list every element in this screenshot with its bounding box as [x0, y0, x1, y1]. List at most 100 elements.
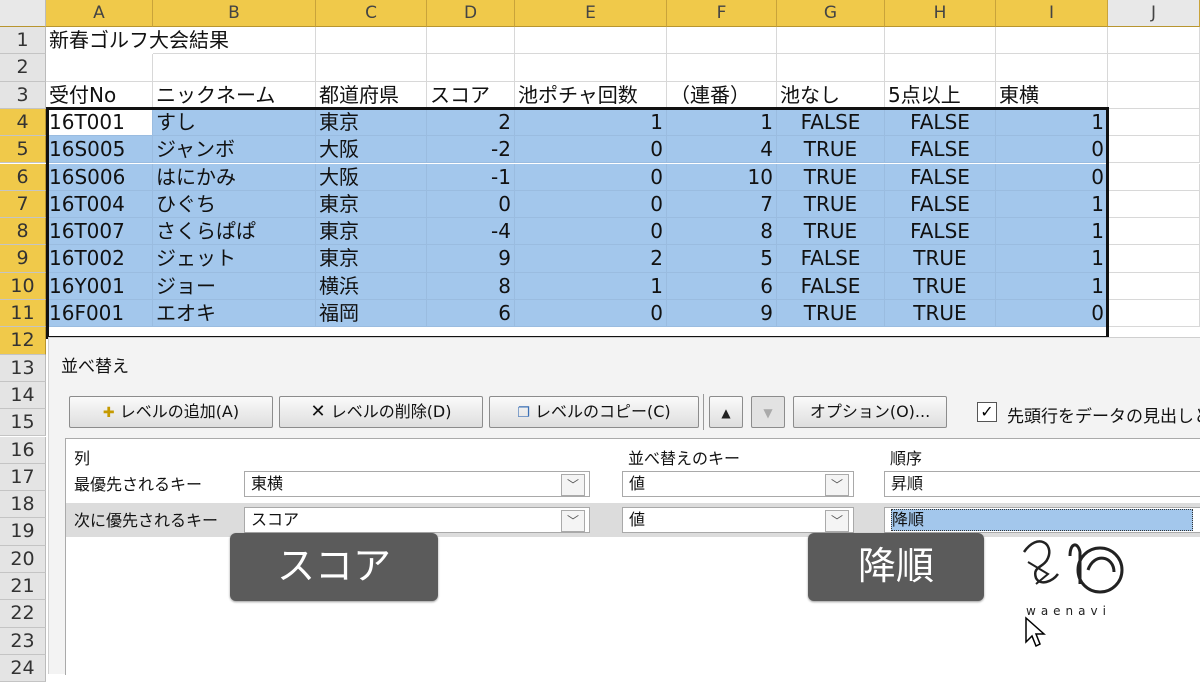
data-cell[interactable]: 5: [667, 245, 777, 273]
row-header-13[interactable]: 13: [0, 354, 46, 382]
row-header-16[interactable]: 16: [0, 436, 46, 464]
data-cell[interactable]: 9: [667, 300, 777, 328]
grid-cell[interactable]: [1108, 108, 1200, 137]
column-header-B[interactable]: B: [153, 0, 316, 27]
data-cell[interactable]: 6: [427, 300, 515, 328]
grid-cell[interactable]: [316, 27, 427, 55]
data-cell[interactable]: 0: [996, 163, 1108, 191]
move-down-button[interactable]: ▼: [751, 396, 785, 428]
header-cell[interactable]: 受付No: [46, 81, 153, 109]
grid-cell[interactable]: [777, 27, 885, 55]
data-cell[interactable]: -1: [427, 163, 515, 191]
data-cell[interactable]: 0: [515, 300, 667, 328]
data-cell[interactable]: FALSE: [777, 108, 885, 137]
data-cell[interactable]: FALSE: [885, 218, 996, 246]
data-cell[interactable]: 8: [427, 272, 515, 300]
grid-cell[interactable]: [667, 54, 777, 82]
row-header-3[interactable]: 3: [0, 81, 46, 109]
data-cell[interactable]: FALSE: [885, 136, 996, 164]
select-all-corner[interactable]: [0, 0, 46, 27]
grid-cell[interactable]: [1108, 163, 1200, 191]
data-cell[interactable]: 1: [515, 272, 667, 300]
data-cell[interactable]: 16Y001: [46, 272, 153, 300]
level-2-column-select[interactable]: スコア ﹀: [244, 507, 590, 533]
header-cell[interactable]: スコア: [427, 81, 515, 109]
grid-cell[interactable]: [885, 27, 996, 55]
grid-cell[interactable]: [427, 54, 515, 82]
data-cell[interactable]: 16T002: [46, 245, 153, 273]
header-cell[interactable]: ニックネーム: [153, 81, 316, 109]
data-cell[interactable]: FALSE: [885, 108, 996, 137]
grid-cell[interactable]: [1108, 245, 1200, 273]
grid-cell[interactable]: [1108, 136, 1200, 164]
grid-cell[interactable]: [153, 54, 316, 82]
data-cell[interactable]: 16T001: [46, 108, 153, 137]
column-header-D[interactable]: D: [427, 0, 515, 27]
row-header-2[interactable]: 2: [0, 54, 46, 82]
data-cell[interactable]: すし: [153, 108, 316, 137]
column-header-E[interactable]: E: [515, 0, 667, 27]
data-cell[interactable]: 0: [996, 136, 1108, 164]
data-cell[interactable]: 2: [427, 108, 515, 137]
data-cell[interactable]: TRUE: [777, 136, 885, 164]
data-cell[interactable]: TRUE: [777, 163, 885, 191]
row-header-14[interactable]: 14: [0, 381, 46, 410]
row-header-21[interactable]: 21: [0, 573, 46, 601]
row-header-17[interactable]: 17: [0, 463, 46, 492]
data-cell[interactable]: 9: [427, 245, 515, 273]
data-cell[interactable]: 1: [996, 108, 1108, 137]
grid-cell[interactable]: [427, 27, 515, 55]
grid-cell[interactable]: [316, 54, 427, 82]
data-cell[interactable]: ジャンボ: [153, 136, 316, 164]
data-cell[interactable]: 大阪: [316, 163, 427, 191]
row-header-19[interactable]: 19: [0, 518, 46, 546]
data-cell[interactable]: 東京: [316, 245, 427, 273]
level-1-column-select[interactable]: 東横 ﹀: [244, 471, 590, 497]
data-cell[interactable]: エオキ: [153, 300, 316, 328]
grid-cell[interactable]: [515, 54, 667, 82]
grid-cell[interactable]: [153, 27, 316, 55]
data-cell[interactable]: FALSE: [885, 163, 996, 191]
data-cell[interactable]: FALSE: [885, 190, 996, 219]
grid-cell[interactable]: [777, 54, 885, 82]
header-cell[interactable]: （連番）: [667, 81, 777, 109]
header-cell[interactable]: 東横: [996, 81, 1108, 109]
data-cell[interactable]: 0: [996, 300, 1108, 328]
level-1-order-select[interactable]: 昇順: [884, 471, 1200, 497]
grid-cell[interactable]: [667, 27, 777, 55]
header-cell[interactable]: 池ポチャ回数: [515, 81, 667, 109]
data-cell[interactable]: 福岡: [316, 300, 427, 328]
level-2-key-select[interactable]: 値 ﹀: [622, 507, 854, 533]
move-up-button[interactable]: ▲: [709, 396, 743, 428]
add-level-button[interactable]: ✚ レベルの追加(A): [69, 396, 273, 428]
data-cell[interactable]: ジェット: [153, 245, 316, 273]
header-cell[interactable]: 都道府県: [316, 81, 427, 109]
data-cell[interactable]: 東京: [316, 108, 427, 137]
data-cell[interactable]: 2: [515, 245, 667, 273]
row-header-24[interactable]: 24: [0, 654, 46, 682]
header-cell[interactable]: 5点以上: [885, 81, 996, 109]
data-cell[interactable]: 1: [996, 272, 1108, 300]
data-cell[interactable]: 0: [515, 190, 667, 219]
data-cell[interactable]: ジョー: [153, 272, 316, 300]
data-cell[interactable]: TRUE: [885, 300, 996, 328]
data-cell[interactable]: TRUE: [777, 190, 885, 219]
grid-cell[interactable]: [1108, 218, 1200, 246]
data-cell[interactable]: はにかみ: [153, 163, 316, 191]
grid-cell[interactable]: [1108, 190, 1200, 219]
data-cell[interactable]: 横浜: [316, 272, 427, 300]
data-cell[interactable]: 1: [515, 108, 667, 137]
data-cell[interactable]: 7: [667, 190, 777, 219]
row-header-1[interactable]: 1: [0, 27, 46, 55]
row-header-9[interactable]: 9: [0, 245, 46, 273]
data-cell[interactable]: 16T007: [46, 218, 153, 246]
data-cell[interactable]: 東京: [316, 190, 427, 219]
data-cell[interactable]: -4: [427, 218, 515, 246]
copy-level-button[interactable]: ❐ レベルのコピー(C): [489, 396, 699, 428]
header-cell[interactable]: 池なし: [777, 81, 885, 109]
column-header-I[interactable]: I: [996, 0, 1108, 27]
grid-cell[interactable]: [996, 27, 1108, 55]
row-header-15[interactable]: 15: [0, 409, 46, 437]
row-header-12[interactable]: 12: [0, 327, 46, 355]
data-cell[interactable]: 6: [667, 272, 777, 300]
